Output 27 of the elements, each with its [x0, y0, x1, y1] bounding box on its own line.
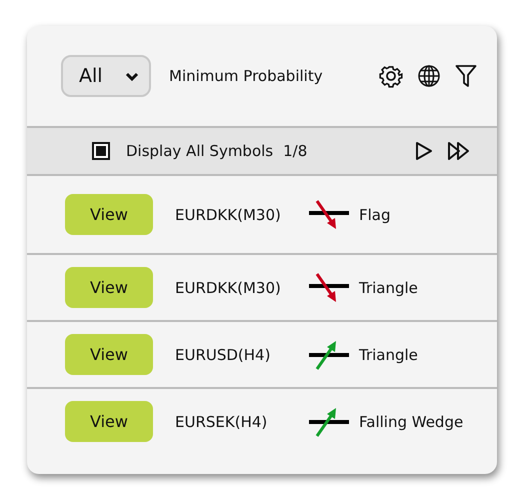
fast-forward-icon[interactable] — [447, 141, 471, 161]
display-all-label: Display All Symbols — [126, 142, 274, 160]
pattern-label: Flag — [359, 206, 391, 224]
down-arrow-icon — [307, 272, 349, 304]
view-button[interactable]: View — [65, 267, 153, 308]
symbol-label: EURSEK(H4) — [175, 412, 268, 430]
caret-icon — [125, 72, 139, 80]
minimum-probability-label: Minimum Probability — [169, 67, 323, 85]
up-arrow-icon — [307, 406, 349, 438]
settings-icon[interactable] — [379, 64, 403, 88]
display-all-checkbox[interactable] — [92, 142, 110, 160]
globe-icon[interactable] — [417, 64, 441, 88]
symbol-label: EURDKK(M30) — [175, 206, 282, 224]
page-count: 1/8 — [283, 142, 308, 160]
symbol-label: EURUSD(H4) — [175, 346, 272, 364]
up-arrow-icon — [307, 338, 349, 370]
view-button[interactable]: View — [65, 401, 153, 442]
view-button[interactable]: View — [65, 334, 153, 375]
symbol-label: EURDKK(M30) — [175, 278, 282, 296]
pattern-label: Triangle — [359, 278, 418, 296]
filter-icon[interactable] — [455, 64, 477, 88]
view-button[interactable]: View — [65, 194, 153, 235]
play-icon[interactable] — [415, 141, 433, 161]
pattern-label: Triangle — [359, 346, 418, 364]
down-arrow-icon — [307, 198, 349, 230]
pattern-label: Falling Wedge — [359, 412, 464, 430]
filter-dropdown[interactable]: All — [61, 55, 151, 97]
